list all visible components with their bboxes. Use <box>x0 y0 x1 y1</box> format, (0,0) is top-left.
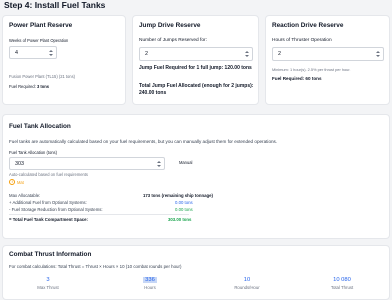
total-thrust-label: Total Thrust <box>330 285 354 290</box>
allocation-label: Fuel Tank Allocation (tons) <box>9 150 57 155</box>
storage-reduction-label: - Fuel Storage Reduction from Optional S… <box>9 207 103 212</box>
hours-label-display: Hours <box>144 285 156 290</box>
rounds-per-hour-value: 10 <box>243 277 251 283</box>
power-plant-required: Fuel Required: 3 tons <box>9 84 49 89</box>
additional-fuel-value: 0.00 tons <box>175 200 193 205</box>
weeks-value: 4 <box>15 50 18 56</box>
fuel-tank-title: Fuel Tank Allocation <box>9 123 71 130</box>
auto-calc-note: Auto-calculated based on fuel requiremen… <box>9 172 88 177</box>
additional-fuel-label: + Additional Fuel from Optional Systems: <box>9 200 87 205</box>
rounds-per-hour-label: Rounds/Hour <box>234 285 260 290</box>
combat-formula: For combat calculations: Total Thrust = … <box>9 264 182 269</box>
warning-icon <box>9 179 15 185</box>
combat-thrust-card: Combat Thrust Information For combat cal… <box>2 245 390 300</box>
hours-input[interactable]: 2 <box>272 47 384 61</box>
jump-fuel-total: Total Jump Fuel Allocated (enough for 2 … <box>139 83 254 96</box>
reaction-note: Minimum: 1 hour(s). 2.5% per thrust per … <box>272 67 351 72</box>
hours-label: Hours of Thruster Operation <box>272 38 332 43</box>
reaction-required: Fuel Required: 60 tons <box>272 76 322 81</box>
allocation-stepper[interactable] <box>157 160 161 169</box>
allocation-value: 303 <box>15 161 24 167</box>
jump-drive-title: Jump Drive Reserve <box>139 22 201 29</box>
weeks-input[interactable]: 4 <box>9 46 57 59</box>
required-value: 3 tons <box>37 84 50 89</box>
jumps-input[interactable]: 2 <box>139 47 253 61</box>
jumps-stepper[interactable] <box>245 50 249 59</box>
fuel-tank-card: Fuel Tank Allocation Fuel tanks are auto… <box>2 114 390 239</box>
manual-label[interactable]: Manual <box>179 160 192 165</box>
jumps-label: Number of Jumps Reserved for: <box>139 38 207 43</box>
storage-reduction-value: 0.00 tons <box>175 207 193 212</box>
weeks-label: Weeks of Power Plant Operation <box>9 38 69 43</box>
jump-fuel-per-jump: Jump Fuel Required for 1 full jump: 120.… <box>139 65 252 71</box>
hours-value-highlight: 336 <box>143 277 157 283</box>
hours-value: 2 <box>278 51 281 57</box>
mat-label: Mat <box>17 180 24 185</box>
hours-value-display: 336 <box>125 277 175 283</box>
required-label: Fuel Required: <box>9 84 36 89</box>
jumps-value: 2 <box>145 51 148 57</box>
power-plant-card: Power Plant Reserve Weeks of Power Plant… <box>2 15 126 105</box>
reaction-drive-title: Reaction Drive Reserve <box>272 22 344 29</box>
jump-drive-card: Jump Drive Reserve Number of Jumps Reser… <box>132 15 259 105</box>
reaction-drive-card: Reaction Drive Reserve Hours of Thruster… <box>265 15 390 105</box>
totals-divider <box>9 214 189 215</box>
max-thrust-value: 3 <box>46 277 50 283</box>
total-fuel-value: 303.00 tons <box>168 217 192 222</box>
power-plant-title: Power Plant Reserve <box>9 22 73 29</box>
max-thrust-label: Max Thrust <box>37 285 59 290</box>
total-thrust-value: 10 080 <box>333 277 351 283</box>
combat-thrust-title: Combat Thrust Information <box>9 251 92 258</box>
allocation-input[interactable]: 303 <box>9 157 165 170</box>
page-title: Step 4: Install Fuel Tanks <box>4 0 106 10</box>
max-allocatable-value: 173 tons (remaining ship tonnage) <box>143 193 213 198</box>
weeks-stepper[interactable] <box>49 49 53 58</box>
hours-stepper[interactable] <box>376 50 380 59</box>
power-plant-note: Fusion Power Plant (TL15) (21 tons) <box>9 74 75 79</box>
fuel-tank-description: Fuel tanks are automatically calculated … <box>9 139 278 144</box>
max-allocatable-label: Max Allocatable: <box>9 193 41 198</box>
total-fuel-label: = Total Fuel Tank Compartment Space: <box>9 217 88 222</box>
